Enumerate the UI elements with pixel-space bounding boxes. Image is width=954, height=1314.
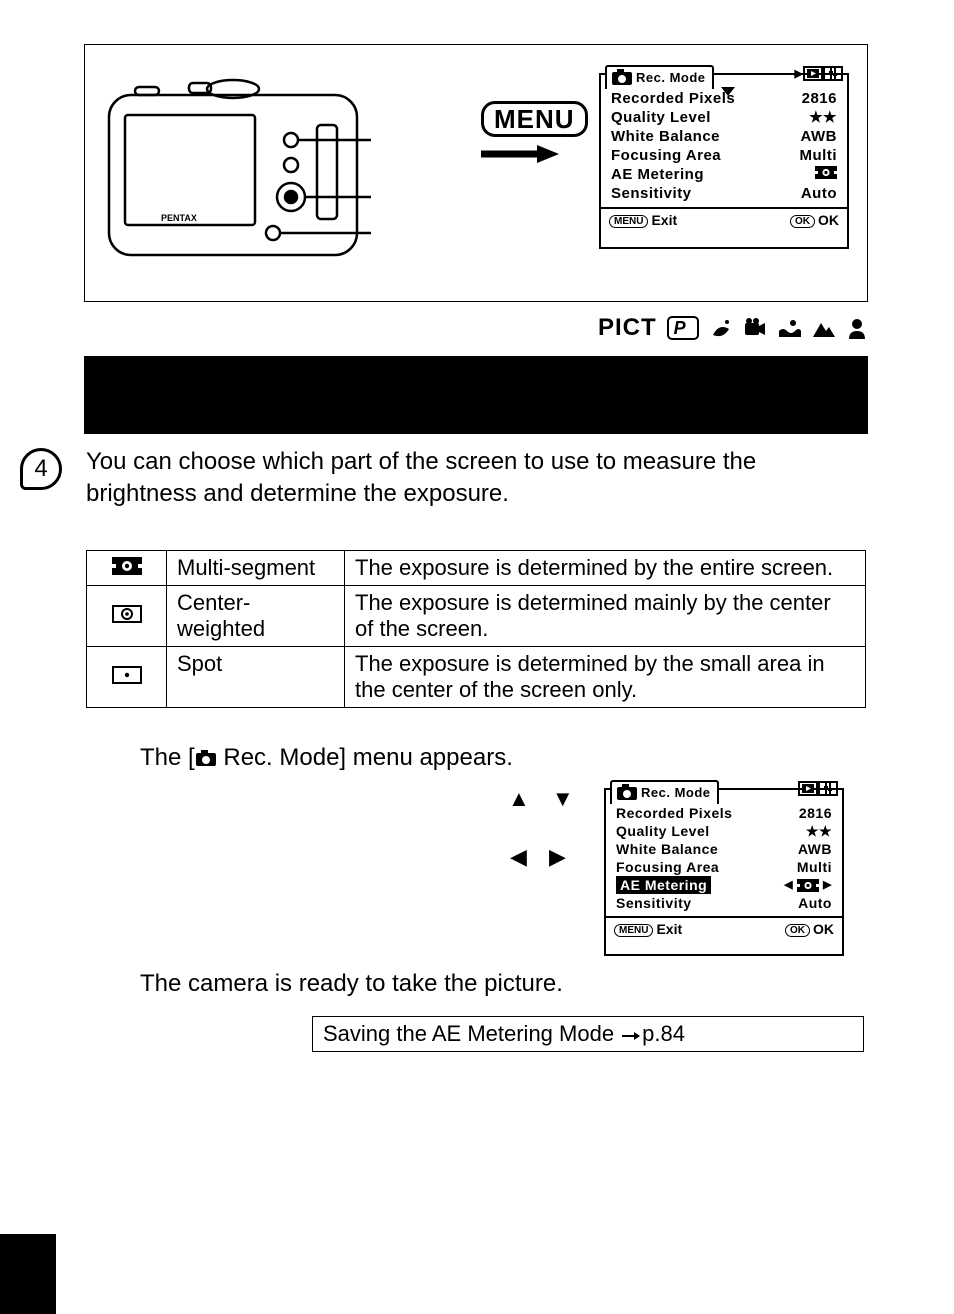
menu-item-selected: AE Metering ◀▶ bbox=[616, 876, 832, 894]
menu-foot-exit: MENUExit bbox=[614, 921, 682, 937]
mode-night-icon bbox=[709, 317, 733, 339]
intro-paragraph: You can choose which part of the screen … bbox=[86, 446, 846, 510]
mode-marine-icon bbox=[777, 317, 801, 339]
menu-item-label: Recorded Pixels bbox=[611, 89, 735, 108]
tab-next-icon: ▶ bbox=[795, 67, 803, 80]
menu-item-value: AWB bbox=[781, 127, 837, 146]
metering-icon-spot bbox=[87, 647, 167, 708]
cross-reference-box: Saving the AE Metering Mode p.84 bbox=[312, 1016, 864, 1052]
menu-item-label: AE Metering bbox=[616, 876, 711, 894]
menu-item-value: Auto bbox=[776, 894, 832, 912]
menu-item-label: Quality Level bbox=[611, 108, 711, 127]
menu-foot-ok: OKOK bbox=[790, 212, 839, 228]
mode-pict-label: PICT bbox=[598, 314, 657, 342]
metering-desc: The exposure is determined by the small … bbox=[345, 647, 866, 708]
metering-desc: The exposure is determined by the entire… bbox=[345, 551, 866, 586]
menu-item-value: Multi bbox=[776, 858, 832, 876]
metering-name: Spot bbox=[167, 647, 345, 708]
menu-tab-rec-mode: Rec. Mode bbox=[605, 65, 714, 89]
metering-desc: The exposure is determined mainly by the… bbox=[345, 586, 866, 647]
tab-setup-icon bbox=[823, 66, 843, 81]
menu-item-value: ★★ bbox=[776, 822, 832, 840]
menu-item-label: Quality Level bbox=[616, 822, 710, 840]
menu-item-label: White Balance bbox=[611, 127, 720, 146]
menu-item-label: AE Metering bbox=[611, 165, 704, 184]
mode-portrait-icon bbox=[845, 317, 869, 339]
menu-tab-title: Rec. Mode bbox=[641, 785, 711, 800]
table-row: Spot The exposure is determined by the s… bbox=[87, 647, 866, 708]
step-rec-mode-appears: The [ Rec. Mode] menu appears. bbox=[140, 744, 740, 772]
menu-tab-title: Rec. Mode bbox=[636, 70, 706, 85]
camera-icon bbox=[611, 68, 633, 86]
metering-name: Multi-segment bbox=[167, 551, 345, 586]
menu-item-value-icon bbox=[781, 165, 837, 184]
metering-icon-multi bbox=[87, 551, 167, 586]
tab-setup-icon bbox=[818, 781, 838, 796]
menu-item-label: Sensitivity bbox=[611, 184, 692, 203]
metering-modes-table: Multi-segment The exposure is determined… bbox=[86, 550, 866, 708]
mode-movie-icon bbox=[743, 317, 767, 339]
table-row: Center-weighted The exposure is determin… bbox=[87, 586, 866, 647]
applicable-modes-row: PICT P bbox=[598, 314, 869, 342]
menu-item-value: 2816 bbox=[781, 89, 837, 108]
menu-arrow-icon bbox=[481, 145, 559, 163]
menu-item-label: Focusing Area bbox=[611, 146, 721, 165]
menu-foot-ok: OKOK bbox=[785, 921, 834, 937]
menu-foot-exit: MENUExit bbox=[609, 212, 677, 228]
four-way-up-down-icon: ▲ ▼ bbox=[508, 786, 582, 812]
four-way-left-right-icon: ◀ ▶ bbox=[510, 844, 574, 870]
menu-item-label: Sensitivity bbox=[616, 894, 692, 912]
rec-mode-menu-screen: Rec. Mode ▶ Recorded Pixels2816 Quality … bbox=[599, 73, 849, 249]
step-camera-ready: The camera is ready to take the picture. bbox=[140, 970, 740, 998]
mode-landscape-icon bbox=[811, 317, 835, 339]
menu-item-label: White Balance bbox=[616, 840, 718, 858]
pointer-icon bbox=[620, 1023, 642, 1039]
menu-item-value: ★★ bbox=[781, 108, 837, 127]
menu-item-label: Recorded Pixels bbox=[616, 804, 732, 822]
menu-item-value: Auto bbox=[781, 184, 837, 203]
menu-item-value: Multi bbox=[781, 146, 837, 165]
metering-icon-center bbox=[87, 586, 167, 647]
mode-p-icon: P bbox=[667, 316, 699, 340]
camera-icon bbox=[616, 783, 638, 801]
camera-drawing: PENTAX bbox=[101, 65, 371, 275]
menu-item-value-selectable: ◀▶ bbox=[784, 876, 832, 894]
instruction-illustration: PENTAX MENU Rec. Mode ▶ Recorded Pixels 2… bbox=[84, 44, 868, 302]
table-row: Multi-segment The exposure is determined… bbox=[87, 551, 866, 586]
camera-icon bbox=[195, 746, 217, 764]
menu-button-label: MENU bbox=[481, 101, 588, 137]
tab-playback-icon bbox=[798, 781, 818, 796]
scroll-down-indicator-icon bbox=[721, 87, 735, 96]
rec-mode-menu-screen-step: Rec. Mode Recorded Pixels 2816 Quality Le… bbox=[604, 788, 844, 956]
svg-text:PENTAX: PENTAX bbox=[161, 213, 197, 223]
metering-name: Center-weighted bbox=[167, 586, 345, 647]
chapter-badge: 4 bbox=[20, 448, 62, 490]
menu-tab-rec-mode: Rec. Mode bbox=[610, 780, 719, 804]
menu-item-value: AWB bbox=[776, 840, 832, 858]
page-thumb-tab bbox=[0, 1234, 56, 1314]
menu-item-label: Focusing Area bbox=[616, 858, 719, 876]
section-title-bar bbox=[84, 356, 868, 434]
tab-playback-icon bbox=[803, 66, 823, 81]
menu-item-value: 2816 bbox=[776, 804, 832, 822]
